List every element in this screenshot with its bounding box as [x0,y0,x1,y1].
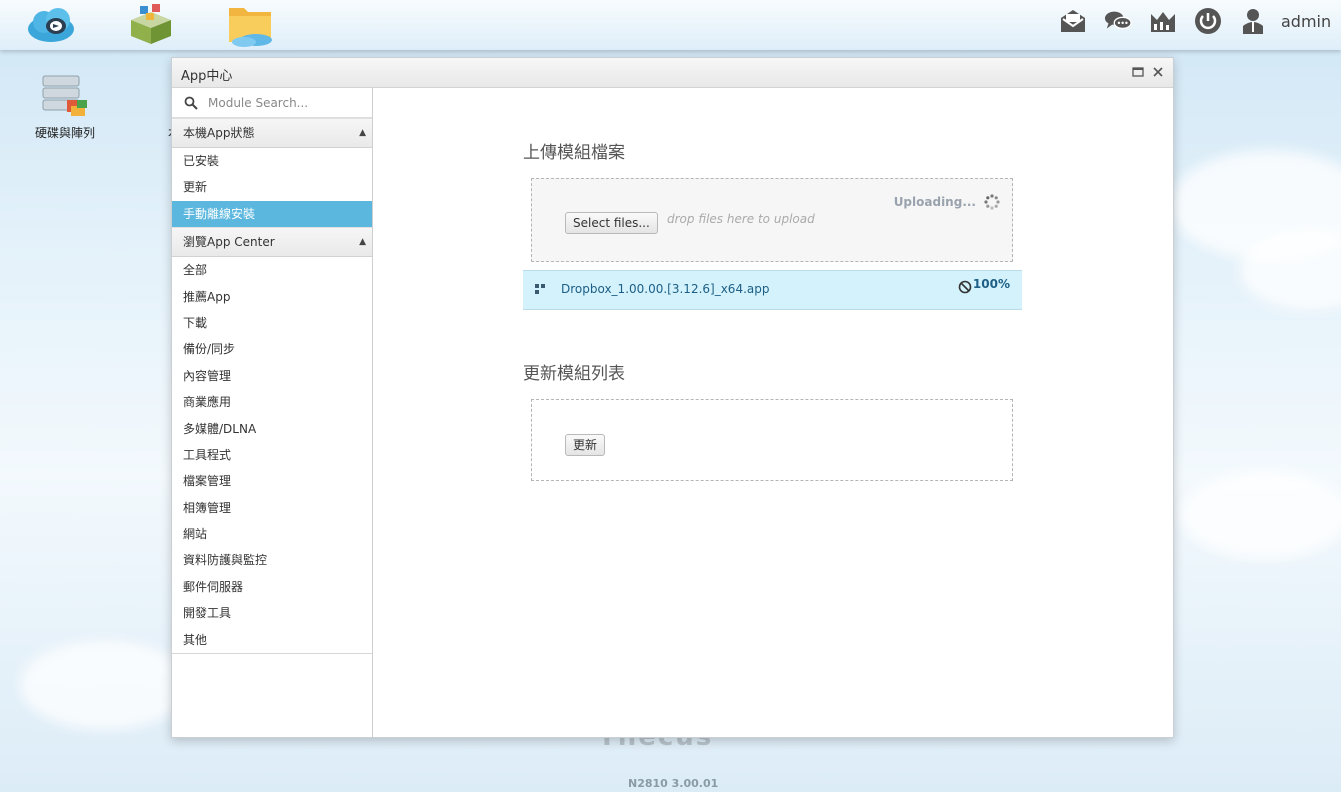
nav-item-content-management[interactable]: 內容管理 [172,363,372,389]
nav-item-photo-management[interactable]: 相簿管理 [172,495,372,521]
file-manager-icon[interactable] [226,2,276,48]
nav-item-dev-tools[interactable]: 開發工具 [172,600,372,626]
desktop-icon-label: 硬碟與陣列 [34,126,95,140]
window-title-bar[interactable]: App中心 [172,58,1173,88]
power-icon[interactable] [1194,7,1222,35]
update-panel: 更新 [531,399,1013,481]
monitor-icon[interactable] [1149,7,1177,35]
close-icon[interactable] [1151,65,1165,79]
mail-icon[interactable] [1059,7,1087,35]
nav-item-surveillance[interactable]: 資料防護與監控 [172,547,372,573]
drag-handle-icon[interactable] [535,284,547,296]
nav-item-update[interactable]: 更新 [172,174,372,200]
cloud-dashboard-icon[interactable] [26,2,76,48]
nav-item-multimedia[interactable]: 多媒體/DLNA [172,416,372,442]
nav-item-backup-sync[interactable]: 備份/同步 [172,336,372,362]
upload-file-row: Dropbox_1.00.00.[3.12.6]_x64.app 100% [523,270,1022,310]
app-center-icon[interactable] [126,2,176,48]
username-label[interactable]: admin [1281,12,1331,31]
nav-item-file-management[interactable]: 檔案管理 [172,468,372,494]
nav-item-all[interactable]: 全部 [172,257,372,283]
window-title: App中心 [181,69,233,84]
search-box [172,88,372,118]
nav-item-business[interactable]: 商業應用 [172,389,372,415]
upload-dropzone[interactable]: Select files... drop files here to uploa… [531,178,1013,262]
search-icon [184,96,198,110]
cloud-decoration [20,640,190,730]
desktop-icon-disk-raid[interactable]: 硬碟與陣列 [25,74,105,141]
upload-status: Uploading... [893,195,976,209]
section-title: 本機App狀態 [183,126,255,140]
chat-icon[interactable] [1104,7,1132,35]
nav-item-recommended[interactable]: 推薦App [172,284,372,310]
nav-item-other[interactable]: 其他 [172,627,372,653]
drop-hint: drop files here to upload [667,212,815,226]
update-section-title: 更新模組列表 [523,364,625,384]
file-name: Dropbox_1.00.00.[3.12.6]_x64.app [561,282,770,296]
disk-array-icon [41,74,89,118]
search-input[interactable] [206,93,360,113]
nav-item-mail-server[interactable]: 郵件伺服器 [172,574,372,600]
cloud-decoration [1180,470,1341,560]
category-list: 全部 推薦App 下載 備份/同步 內容管理 商業應用 多媒體/DLNA 工具程… [172,257,372,655]
section-title: 瀏覽App Center [183,235,275,250]
section-header-local-status[interactable]: 本機App狀態 ▲ [172,118,372,148]
collapse-arrow-icon[interactable]: ▲ [359,228,366,256]
select-files-button[interactable]: Select files... [565,212,658,234]
sidebar: 本機App狀態 ▲ 已安裝 更新 手動離線安裝 瀏覽App Center ▲ 全… [172,88,373,737]
nav-item-installed[interactable]: 已安裝 [172,148,372,174]
nav-item-utilities[interactable]: 工具程式 [172,442,372,468]
nav-item-manual-install[interactable]: 手動離線安裝 [172,200,372,228]
main-content: 上傳模組檔案 Select files... drop files here t… [373,88,1173,737]
maximize-icon[interactable] [1131,65,1145,79]
upload-progress: 100% [972,277,1010,291]
cancel-upload-icon[interactable] [958,280,972,294]
top-bar: admin [0,0,1341,50]
version-label: N2810 3.00.01 [628,777,719,790]
user-icon[interactable] [1239,7,1267,35]
nav-item-website[interactable]: 網站 [172,521,372,547]
spinner-icon [984,194,1000,210]
app-center-window: App中心 本機App狀態 ▲ 已安裝 更新 手動離線安裝 瀏覽App Cent… [171,57,1174,738]
section-header-browse-app-center[interactable]: 瀏覽App Center ▲ [172,227,372,258]
collapse-arrow-icon[interactable]: ▲ [359,119,366,147]
update-button[interactable]: 更新 [565,434,606,456]
upload-section-title: 上傳模組檔案 [523,143,625,163]
nav-item-download[interactable]: 下載 [172,310,372,336]
